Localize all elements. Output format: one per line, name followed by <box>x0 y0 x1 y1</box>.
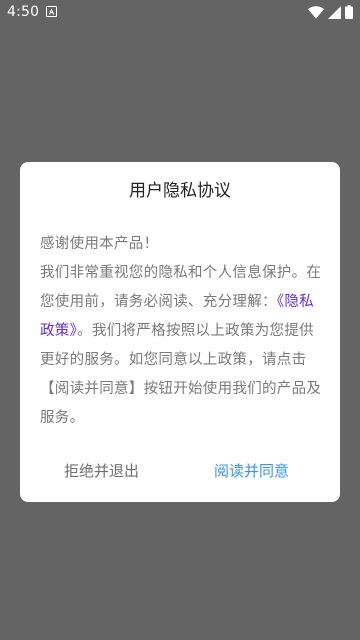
battery-icon <box>345 5 353 19</box>
status-bar: 4:50 <box>0 0 360 24</box>
agree-button[interactable]: 阅读并同意 <box>214 456 289 486</box>
policy-detail-text: 。我们将严格按照以上政策为您提供更好的服务。如您同意以上政策，请点击【阅读并同意… <box>40 323 322 426</box>
greeting-text: 感谢使用本产品！ <box>40 236 159 252</box>
dialog-body: 感谢使用本产品！ 我们非常重视您的隐私和个人信息保护。在您使用前，请务必阅读、充… <box>40 230 322 433</box>
notification-a-icon <box>46 6 57 17</box>
status-icons <box>308 4 353 20</box>
policy-paragraph: 我们非常重视您的隐私和个人信息保护。在您使用前，请务必阅读、充分理解：《隐私政策… <box>40 259 322 433</box>
status-time: 4:50 <box>7 4 40 20</box>
decline-button[interactable]: 拒绝并退出 <box>64 456 139 486</box>
dialog-actions: 拒绝并退出 阅读并同意 <box>20 456 340 486</box>
dialog-title: 用户隐私协议 <box>129 181 231 201</box>
wifi-icon <box>308 5 324 19</box>
cellular-signal-icon <box>328 5 341 19</box>
privacy-dialog: 用户隐私协议 感谢使用本产品！ 我们非常重视您的隐私和个人信息保护。在您使用前，… <box>20 162 340 502</box>
